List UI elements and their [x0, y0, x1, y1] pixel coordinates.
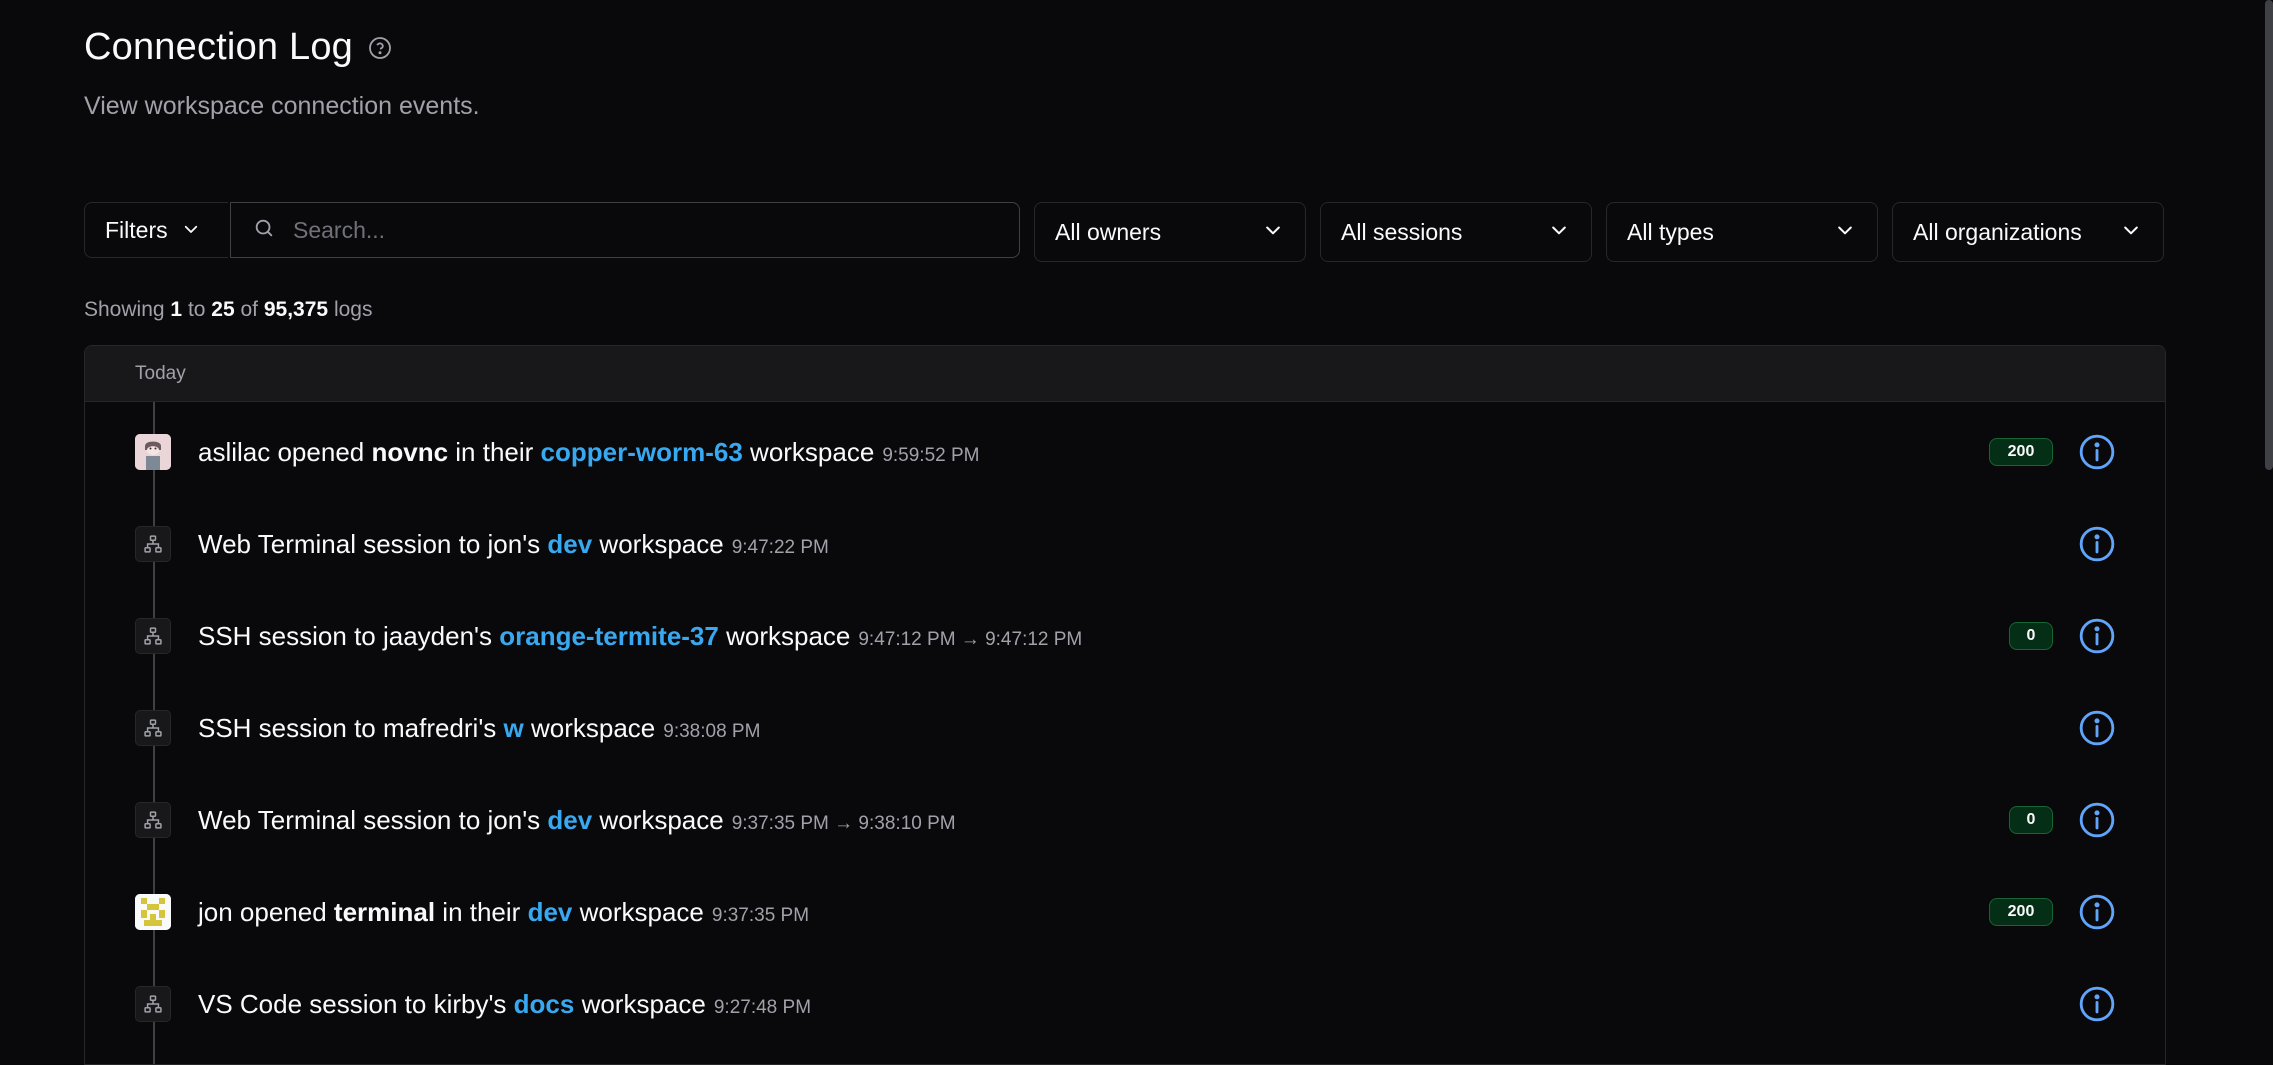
chevron-down-icon	[182, 217, 200, 244]
message-text: SSH session to mafredri's	[198, 712, 504, 743]
message-text: Web Terminal session to jon's	[198, 528, 548, 559]
workspace-link[interactable]: dev	[547, 805, 592, 835]
filter-bar: Filters All owners All sessions All type…	[84, 202, 2166, 262]
chevron-down-icon	[1835, 219, 1855, 246]
workspace-link[interactable]: orange-termite-37	[499, 621, 719, 651]
log-row[interactable]: jon opened terminal in their dev workspa…	[85, 866, 2165, 958]
sessions-select-label: All sessions	[1341, 218, 1463, 245]
message-text: workspace	[592, 528, 724, 559]
info-icon[interactable]	[2078, 985, 2116, 1023]
workspace-link[interactable]: dev	[547, 529, 592, 559]
page-subtitle: View workspace connection events.	[84, 92, 480, 120]
chevron-down-icon	[2121, 219, 2141, 246]
timestamp: 9:47:22 PM	[731, 536, 829, 558]
chevron-down-icon	[1263, 219, 1283, 246]
organizations-select-label: All organizations	[1913, 218, 2082, 245]
message-text: Web Terminal session to jon's	[198, 804, 548, 835]
log-row[interactable]: Web Terminal session to jon's dev worksp…	[85, 498, 2165, 590]
types-select-label: All types	[1627, 218, 1714, 245]
filters-label: Filters	[105, 216, 168, 243]
message-text: jon opened	[198, 896, 334, 927]
app-name: novnc	[371, 436, 449, 467]
message-text: workspace	[572, 896, 704, 927]
filters-button[interactable]: Filters	[84, 202, 228, 258]
log-message: Web Terminal session to jon's dev worksp…	[198, 805, 956, 836]
network-icon	[135, 986, 171, 1022]
network-icon	[135, 710, 171, 746]
log-message: VS Code session to kirby's docs workspac…	[198, 989, 811, 1020]
info-icon[interactable]	[2078, 893, 2116, 931]
log-message: Web Terminal session to jon's dev worksp…	[198, 529, 829, 560]
message-text: workspace	[574, 988, 706, 1019]
search-box[interactable]	[230, 202, 1020, 258]
network-icon	[135, 618, 171, 654]
pagination-of: of	[240, 298, 259, 321]
timestamp: 9:47:12 PM → 9:47:12 PM	[858, 628, 1083, 650]
status-badge: 0	[2009, 806, 2053, 834]
log-message: aslilac opened novnc in their copper-wor…	[198, 437, 979, 468]
pagination-total: 95,375	[263, 298, 329, 321]
app-name: terminal	[333, 896, 436, 927]
status-badge: 0	[2009, 622, 2053, 650]
log-row[interactable]: VS Code session to kirby's docs workspac…	[85, 958, 2165, 1050]
workspace-link[interactable]: docs	[514, 989, 575, 1019]
timestamp: 9:59:52 PM	[882, 444, 980, 466]
workspace-link[interactable]: w	[504, 713, 524, 743]
owners-select-label: All owners	[1055, 218, 1162, 245]
page-title: Connection Log	[84, 26, 354, 68]
timestamp: 9:38:08 PM	[663, 720, 761, 742]
info-icon[interactable]	[2078, 525, 2116, 563]
message-text: workspace	[523, 712, 656, 743]
message-text: workspace	[592, 804, 724, 835]
chevron-down-icon	[1549, 219, 1569, 246]
search-icon	[253, 217, 275, 244]
owners-select[interactable]: All owners	[1034, 202, 1306, 262]
timestamp: 9:37:35 PM → 9:38:10 PM	[731, 812, 956, 834]
log-row[interactable]: aslilac opened novnc in their copper-wor…	[85, 406, 2165, 498]
user-avatar	[135, 894, 171, 930]
help-icon[interactable]	[367, 35, 393, 61]
log-message: jon opened terminal in their dev workspa…	[198, 897, 809, 928]
log-row[interactable]: SSH session to mafredri's w workspace 9:3…	[85, 682, 2165, 774]
connection-log-table: Today aslilac opened novnc in their copp…	[84, 345, 2166, 1065]
info-icon[interactable]	[2078, 801, 2116, 839]
pagination-to: to	[187, 298, 206, 321]
workspace-link[interactable]: dev	[528, 897, 573, 927]
log-message: SSH session to jaayden's orange-termite-…	[198, 621, 1082, 652]
types-select[interactable]: All types	[1606, 202, 1878, 262]
message-text: SSH session to jaayden's	[198, 620, 500, 651]
network-icon	[135, 526, 171, 562]
table-group-header: Today	[85, 346, 2165, 402]
timestamp: 9:27:48 PM	[713, 996, 812, 1018]
message-text: VS Code session to kirby's	[198, 988, 514, 1019]
status-badge: 200	[1989, 898, 2053, 926]
timestamp: 9:37:35 PM	[711, 904, 810, 926]
message-text: workspace	[742, 436, 875, 467]
message-text: in their	[435, 896, 528, 927]
network-icon	[135, 802, 171, 838]
user-avatar	[135, 434, 171, 470]
workspace-link[interactable]: copper-worm-63	[541, 437, 743, 467]
info-icon[interactable]	[2078, 433, 2116, 471]
title-row: Connection Log	[84, 26, 393, 69]
scrollbar[interactable]	[2265, 0, 2273, 470]
pagination-prefix: Showing	[84, 298, 165, 321]
status-badge: 200	[1989, 438, 2053, 466]
organizations-select[interactable]: All organizations	[1892, 202, 2164, 262]
sessions-select[interactable]: All sessions	[1320, 202, 1592, 262]
pagination-end: 25	[211, 298, 235, 321]
pagination-summary: Showing 1 to 25 of 95,375 logs	[84, 298, 372, 322]
info-icon[interactable]	[2078, 617, 2116, 655]
message-text: in their	[448, 436, 541, 467]
pagination-suffix: logs	[333, 298, 373, 321]
group-label: Today	[135, 362, 186, 384]
info-icon[interactable]	[2078, 709, 2116, 747]
search-input[interactable]	[291, 215, 995, 245]
pagination-start: 1	[170, 298, 183, 321]
message-text: workspace	[718, 620, 851, 651]
log-row[interactable]: Web Terminal session to jon's dev worksp…	[85, 774, 2165, 866]
log-row[interactable]: SSH session to jaayden's orange-termite-…	[85, 590, 2165, 682]
message-text: aslilac opened	[198, 436, 372, 467]
log-message: SSH session to mafredri's w workspace 9:3…	[198, 713, 760, 744]
